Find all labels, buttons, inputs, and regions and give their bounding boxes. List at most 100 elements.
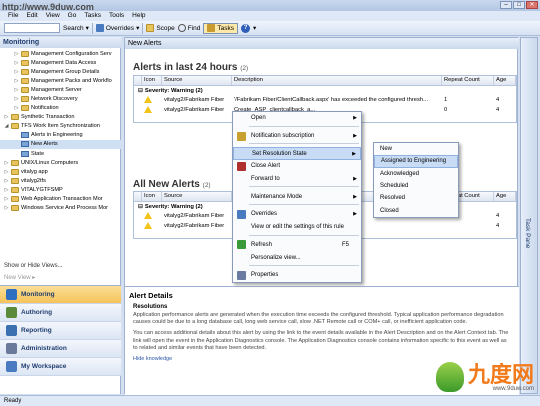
resolution-state-option[interactable]: Scheduled [374, 180, 458, 192]
tree-item[interactable]: ▷ Synthetic Transaction [0, 113, 121, 122]
find-button[interactable]: Find [177, 24, 200, 32]
tree-item-label: Web Application Transaction Mor [21, 196, 103, 203]
folder-icon [21, 50, 29, 57]
wunderbar-administration[interactable]: Administration [0, 340, 121, 358]
tree-item[interactable]: ▷ Web Application Transaction Mor [0, 195, 121, 204]
new-view-link[interactable]: New View ▸ [4, 274, 35, 281]
resolution-state-option[interactable]: Acknowledged [374, 168, 458, 180]
hide-knowledge-link[interactable]: Hide knowledge [125, 352, 519, 362]
help-dropdown[interactable]: ▾ [253, 24, 256, 32]
column-description[interactable]: Description [232, 76, 442, 85]
collapse-icon[interactable]: ⊟ [138, 88, 143, 94]
tree-item[interactable]: ▷ Network Discovery [0, 94, 121, 103]
resolution-state-option[interactable]: Closed [374, 204, 458, 216]
tree-item[interactable]: ▷ VITALYGTFSMP [0, 185, 121, 194]
expand-icon[interactable]: ▷ [4, 160, 9, 166]
search-input[interactable] [4, 23, 60, 33]
menu-help[interactable]: Help [128, 11, 149, 21]
tree-item[interactable]: ▷ Windows Service And Process Mor [0, 204, 121, 213]
wunderbar-authoring[interactable]: Authoring [0, 304, 121, 322]
search-button[interactable]: Search ▾ [63, 24, 89, 33]
expand-icon[interactable]: ▷ [4, 114, 9, 120]
wunderbar-my-workspace[interactable]: My Workspace [0, 358, 121, 376]
expand-icon[interactable]: ▷ [4, 187, 9, 193]
context-menu-item[interactable]: Refresh F5 [233, 239, 361, 252]
menu-tools[interactable]: Tools [105, 11, 128, 21]
tree-item[interactable]: State [0, 149, 121, 158]
expand-icon[interactable]: ▷ [14, 96, 19, 102]
show-hide-views-link[interactable]: Show or Hide Views... [4, 263, 63, 269]
expand-icon[interactable]: ▷ [4, 205, 9, 211]
folder-icon [11, 114, 19, 121]
tree-item[interactable]: ▷ Management Configuration Serv [0, 49, 121, 58]
minimize-button[interactable]: – [500, 1, 512, 9]
cell-description: '/Fabrikam Fiber/ClientCallback.aspx' ha… [234, 97, 428, 103]
expand-icon[interactable]: ◢ [4, 123, 9, 129]
tasks-button[interactable]: Tasks [203, 22, 239, 34]
column-icon[interactable]: Icon [142, 76, 162, 85]
severity-group[interactable]: ⊟ Severity: Warning (2) [134, 86, 516, 95]
expand-icon[interactable]: ▷ [14, 60, 19, 66]
expand-icon[interactable]: ▷ [4, 178, 9, 184]
maximize-button[interactable]: □ [513, 1, 525, 9]
column-age[interactable]: Age [494, 192, 516, 201]
help-icon[interactable]: ? [241, 23, 251, 33]
submenu-arrow-icon: ▶ [353, 211, 357, 218]
context-menu-item[interactable]: Open ▶ [233, 112, 361, 125]
task-pane-collapsed[interactable]: Task Pane [520, 37, 538, 394]
tree-item[interactable]: ▷ Management Data Access [0, 58, 121, 67]
submenu-arrow-icon: ▶ [353, 115, 357, 122]
resolution-state-option[interactable]: Assigned to Engineering [374, 155, 458, 168]
expand-icon[interactable]: ▷ [14, 105, 19, 111]
menu-view[interactable]: View [42, 11, 64, 21]
context-menu-item[interactable]: Properties [233, 269, 361, 282]
tree-item[interactable]: ▷ vitalyg app [0, 167, 121, 176]
menu-edit[interactable]: Edit [22, 11, 41, 21]
context-menu-item[interactable]: Close Alert [233, 160, 361, 173]
alert-row[interactable]: vitalyg2/Fabrikam Fiber '/Fabrikam Fiber/… [134, 95, 516, 105]
expand-icon[interactable]: ▷ [14, 78, 19, 84]
resolution-state-option[interactable]: Resolved [374, 192, 458, 204]
submenu-arrow-icon: ▶ [353, 176, 357, 183]
menu-tasks[interactable]: Tasks [80, 11, 105, 21]
expand-icon[interactable]: ▷ [4, 169, 9, 175]
context-menu-item[interactable]: Notification subscription ▶ [233, 130, 361, 143]
tree-item[interactable]: ▷ Notification [0, 104, 121, 113]
expand-icon[interactable]: ▷ [14, 51, 19, 57]
column-age[interactable]: Age [494, 76, 516, 85]
tree-item[interactable]: ◢ TFS Work Item Synchronization [0, 122, 121, 131]
tree-item[interactable]: New Alerts [0, 139, 121, 150]
menu-item-label: Notification subscription [251, 133, 315, 140]
menu-file[interactable]: File [4, 11, 22, 21]
menu-item-label: Maintenance Mode [251, 193, 303, 200]
context-menu-item[interactable]: Forward to ▶ [233, 173, 361, 186]
menu-go[interactable]: Go [64, 11, 81, 21]
tree-item[interactable]: Alerts in Engineering [0, 131, 121, 140]
collapse-icon[interactable]: ⊟ [138, 204, 143, 210]
context-menu-item[interactable]: View or edit the settings of this rule [233, 221, 361, 234]
context-menu-item[interactable]: Overrides ▶ [233, 208, 361, 221]
resolution-state-option[interactable]: New [374, 143, 458, 155]
tree-item[interactable]: ▷ Management Group Details [0, 67, 121, 76]
tree-item[interactable]: ▷ vitalyg2tfs [0, 176, 121, 185]
column-repeat-count[interactable]: Repeat Count [442, 76, 494, 85]
context-menu-item[interactable]: Set Resolution State ▶ [233, 147, 361, 161]
expand-icon[interactable]: ▷ [4, 196, 9, 202]
tree-item-label: Windows Service And Process Mor [21, 205, 109, 212]
overrides-button[interactable]: Overrides ▾ [95, 24, 139, 32]
column-source[interactable]: Source [162, 76, 232, 85]
tree-item[interactable]: ▷ Management Server [0, 85, 121, 94]
expand-icon[interactable]: ▷ [14, 87, 19, 93]
wunderbar-monitoring[interactable]: Monitoring [0, 286, 121, 304]
column-source[interactable]: Source [162, 192, 232, 201]
expand-icon[interactable]: ▷ [14, 69, 19, 75]
context-menu-item[interactable]: Maintenance Mode ▶ [233, 190, 361, 203]
tree-item[interactable]: ▷ UNIX/Linux Computers [0, 158, 121, 167]
tree-item[interactable]: ▷ Management Packs and Workflo [0, 76, 121, 85]
column-icon[interactable]: Icon [142, 192, 162, 201]
wunderbar-reporting[interactable]: Reporting [0, 322, 121, 340]
grid-header: Icon Source Description Repeat Count Age [134, 76, 516, 86]
close-button[interactable]: ✕ [526, 1, 538, 9]
context-menu-item[interactable]: Personalize view... [233, 251, 361, 264]
scope-button[interactable]: Scope [146, 24, 175, 32]
